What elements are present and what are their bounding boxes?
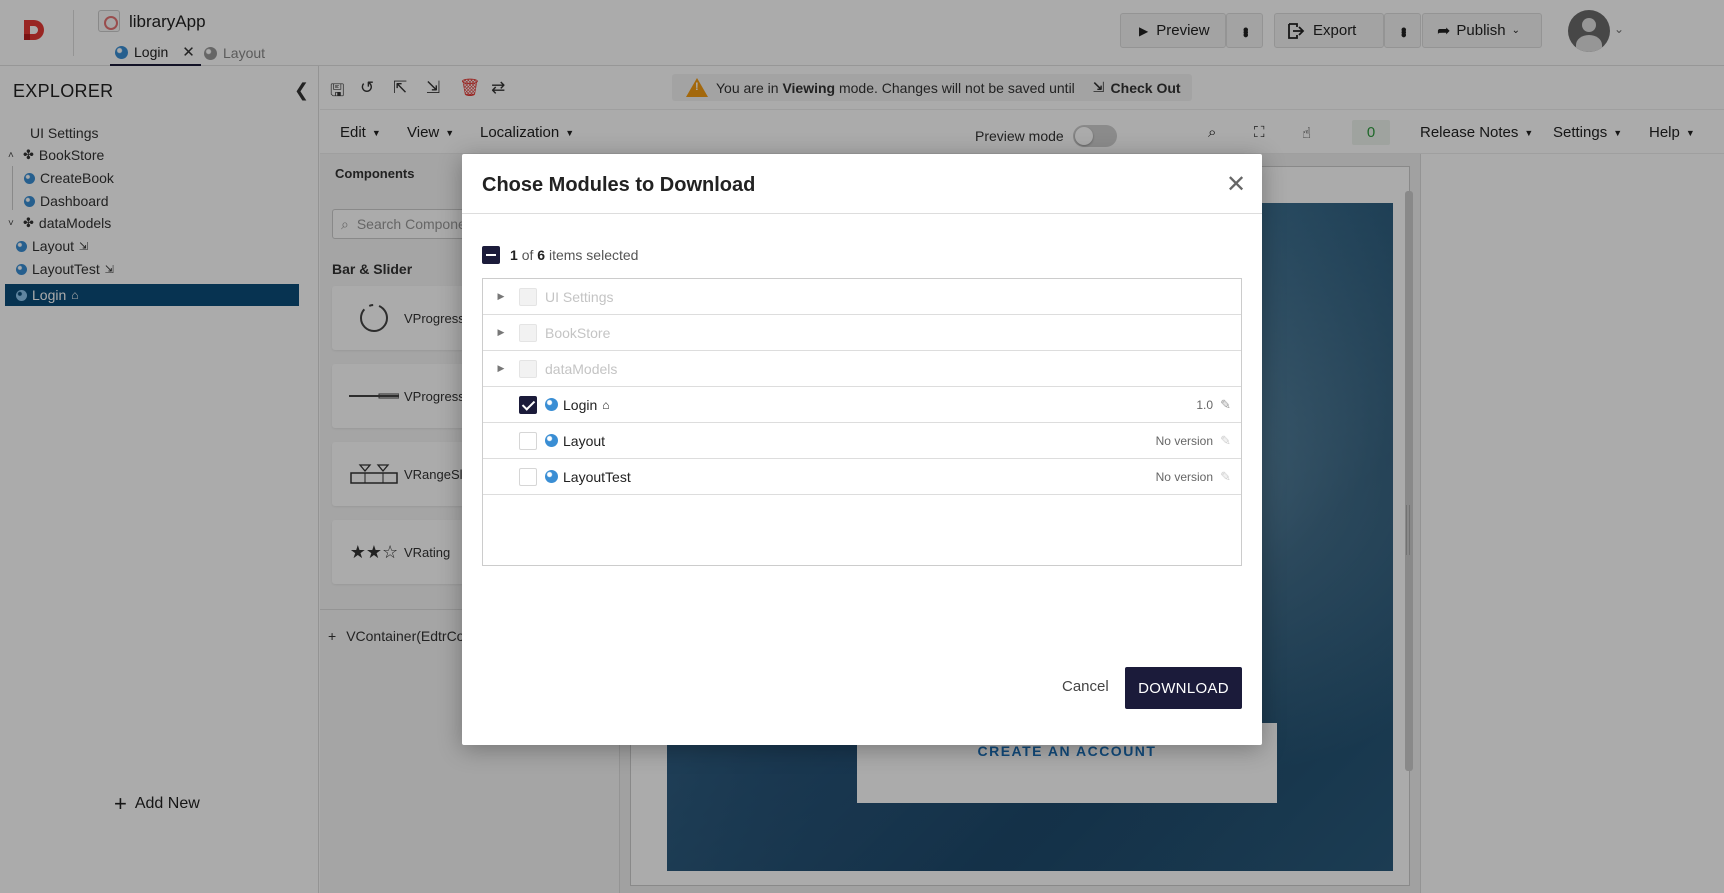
total-count: 6 — [537, 247, 546, 263]
module-name: BookStore — [545, 324, 611, 341]
module-checkbox[interactable] — [519, 359, 537, 378]
cancel-button[interactable]: Cancel — [1062, 678, 1109, 695]
palette-icon — [545, 434, 558, 447]
select-all-checkbox[interactable] — [482, 246, 500, 264]
module-label: dataModels — [545, 361, 617, 377]
list-item[interactable]: ▶ UI Settings — [483, 279, 1241, 315]
edit-icon[interactable]: ✎ — [1220, 433, 1231, 449]
module-checkbox[interactable] — [519, 395, 537, 414]
modules-list: ▶ UI Settings ▶ BookStore ▶ dataModels L… — [482, 278, 1242, 566]
module-name: Layout — [563, 432, 606, 449]
list-item[interactable]: Login ⌂ 1.0 ✎ — [483, 387, 1241, 423]
module-name: dataModels — [545, 360, 618, 377]
module-label: UI Settings — [545, 289, 613, 305]
selection-summary: 1 of 6 items selected — [482, 246, 638, 264]
palette-icon — [545, 398, 558, 411]
module-checkbox[interactable] — [519, 431, 537, 450]
edit-icon[interactable]: ✎ — [1220, 469, 1231, 485]
module-version: 1.0 — [1196, 397, 1213, 412]
edit-icon[interactable]: ✎ — [1220, 397, 1231, 413]
module-label: Layout — [545, 433, 605, 449]
items-label: items selected — [548, 247, 639, 263]
home-icon: ⌂ — [602, 397, 610, 412]
list-item[interactable]: ▶ dataModels — [483, 351, 1241, 387]
module-label: BookStore — [545, 325, 610, 341]
module-name: LayoutTest — [563, 468, 631, 485]
module-version: No version — [1155, 433, 1213, 448]
download-button[interactable]: DOWNLOAD — [1125, 667, 1242, 709]
palette-icon — [545, 470, 558, 483]
expand-icon[interactable]: ▶ — [483, 327, 519, 338]
module-name: UI Settings — [545, 288, 614, 305]
dialog-header: Chose Modules to Download ✕ — [462, 154, 1262, 214]
module-version: No version — [1155, 469, 1213, 484]
module-checkbox[interactable] — [519, 323, 537, 342]
dialog-title: Chose Modules to Download — [482, 174, 756, 196]
selection-text: 1 of 6 items selected — [510, 247, 638, 263]
list-item[interactable]: Layout No version ✎ — [483, 423, 1241, 459]
list-item[interactable]: ▶ BookStore — [483, 315, 1241, 351]
module-label: LayoutTest — [545, 469, 631, 485]
selected-count: 1 — [510, 247, 518, 263]
module-checkbox[interactable] — [519, 467, 537, 486]
download-modules-dialog: Chose Modules to Download ✕ 1 of 6 items… — [462, 154, 1262, 745]
expand-icon[interactable]: ▶ — [483, 363, 519, 374]
list-item[interactable]: LayoutTest No version ✎ — [483, 459, 1241, 495]
of-label: of — [521, 247, 534, 263]
close-icon[interactable]: ✕ — [1226, 170, 1246, 199]
module-label: Login ⌂ — [545, 397, 610, 413]
module-checkbox[interactable] — [519, 287, 537, 306]
expand-icon[interactable]: ▶ — [483, 291, 519, 302]
module-name: Login — [563, 396, 598, 413]
